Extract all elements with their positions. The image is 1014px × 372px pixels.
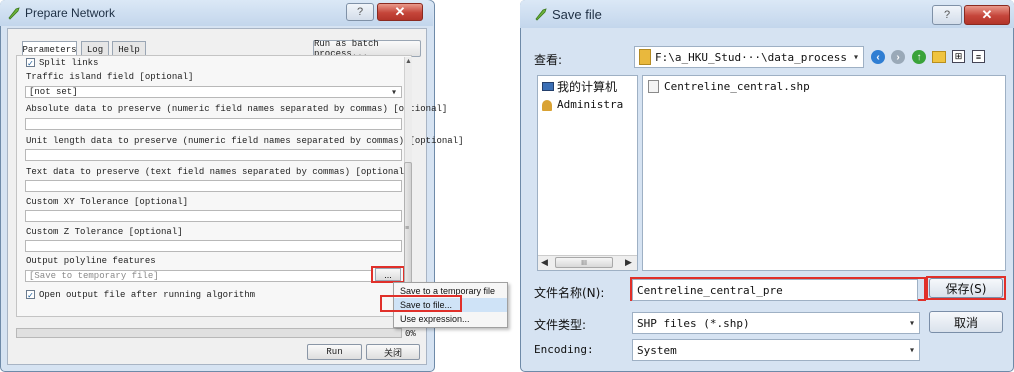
sidebar-item-administrator[interactable]: Administra [557, 98, 636, 111]
unit-length-label: Unit length data to preserve (numeric fi… [26, 136, 464, 146]
traffic-island-value: [not set] [29, 87, 78, 97]
z-tolerance-label: Custom Z Tolerance [optional] [26, 227, 183, 237]
scroll-left-icon[interactable]: ◀ [541, 257, 548, 268]
filetype-label: 文件类型: [534, 318, 587, 332]
z-tolerance-input[interactable] [25, 240, 402, 252]
user-icon [542, 100, 552, 111]
dialog-title: Prepare Network [25, 6, 116, 20]
chevron-down-icon: ▾ [391, 87, 396, 97]
close-window-button[interactable]: ✕ [377, 3, 423, 21]
up-folder-icon[interactable]: ↑ [912, 50, 926, 64]
help-button[interactable]: ? [346, 3, 374, 21]
detail-view-icon[interactable]: ≡ [972, 50, 985, 63]
file-icon [648, 80, 659, 93]
new-folder-icon[interactable] [932, 51, 946, 63]
scroll-up-icon[interactable]: ▲ [405, 58, 412, 65]
split-links-checkbox[interactable]: ✓ [26, 58, 35, 68]
scroll-grip-icon: ≡ [405, 225, 410, 232]
look-in-path-value: F:\a_HKU_Stud···\data_process [655, 50, 848, 64]
save-file-title: Save file [552, 7, 602, 22]
filetype-value: SHP files (*.shp) [637, 316, 750, 330]
split-links-label: Split links [39, 58, 99, 68]
computer-icon [542, 82, 554, 91]
open-output-checkbox[interactable]: ✓ [26, 290, 35, 300]
back-icon[interactable]: ‹ [871, 50, 885, 64]
file-item[interactable]: Centreline_central.shp [664, 80, 810, 93]
save-to-file-highlight [380, 295, 462, 312]
xy-tolerance-input[interactable] [25, 210, 402, 222]
close-button[interactable]: 关闭 [366, 344, 420, 360]
traffic-island-select[interactable]: [not set] ▾ [25, 86, 402, 98]
save-button[interactable]: 保存(S) [929, 278, 1003, 298]
output-file-input[interactable]: [Save to temporary file] [25, 270, 373, 282]
run-button[interactable]: Run [307, 344, 362, 360]
sidebar-item-my-computer[interactable]: 我的计算机 [557, 78, 617, 95]
text-data-label: Text data to preserve (text field names … [26, 167, 410, 177]
encoding-label: Encoding: [534, 343, 594, 356]
absolute-data-input[interactable] [25, 118, 402, 130]
progress-bar [16, 328, 402, 338]
absolute-data-label: Absolute data to preserve (numeric field… [26, 104, 448, 114]
scroll-right-icon[interactable]: ▶ [625, 257, 632, 268]
open-output-label: Open output file after running algorithm [39, 290, 256, 300]
chevron-down-icon: ▾ [853, 52, 858, 62]
save-help-button[interactable]: ? [932, 5, 962, 25]
encoding-value: System [637, 343, 677, 357]
encoding-select[interactable]: System ▾ [632, 339, 920, 361]
list-view-icon[interactable]: ⊞ [952, 50, 965, 63]
filename-value: Centreline_central_pre [637, 283, 783, 297]
look-in-path-select[interactable]: F:\a_HKU_Stud···\data_process ▾ [634, 46, 864, 68]
look-in-label: 查看: [534, 53, 563, 67]
forward-icon[interactable]: › [891, 50, 905, 64]
text-data-input[interactable] [25, 180, 402, 192]
file-list [642, 75, 1006, 271]
progress-percent: 0% [405, 329, 416, 339]
save-close-window-button[interactable]: ✕ [964, 5, 1010, 25]
folder-icon [639, 49, 651, 65]
filetype-select[interactable]: SHP files (*.shp) ▾ [632, 312, 920, 334]
traffic-island-label: Traffic island field [optional] [26, 72, 194, 82]
filename-input[interactable]: Centreline_central_pre [632, 279, 918, 301]
menu-item-use-expression[interactable]: Use expression... [394, 312, 507, 326]
output-placeholder: [Save to temporary file] [29, 271, 159, 281]
filename-label: 文件名称(N): [534, 286, 605, 300]
unit-length-input[interactable] [25, 149, 402, 161]
chevron-down-icon: ▾ [909, 345, 914, 355]
qgis-icon [534, 7, 548, 26]
output-features-label: Output polyline features [26, 256, 156, 266]
output-browse-button[interactable]: ... [375, 268, 401, 281]
xy-tolerance-label: Custom XY Tolerance [optional] [26, 197, 189, 207]
qgis-icon [7, 6, 21, 25]
chevron-down-icon: ▾ [909, 318, 914, 328]
cancel-button[interactable]: 取消 [929, 311, 1003, 333]
sidebar-scroll-thumb[interactable]: III [555, 257, 613, 268]
